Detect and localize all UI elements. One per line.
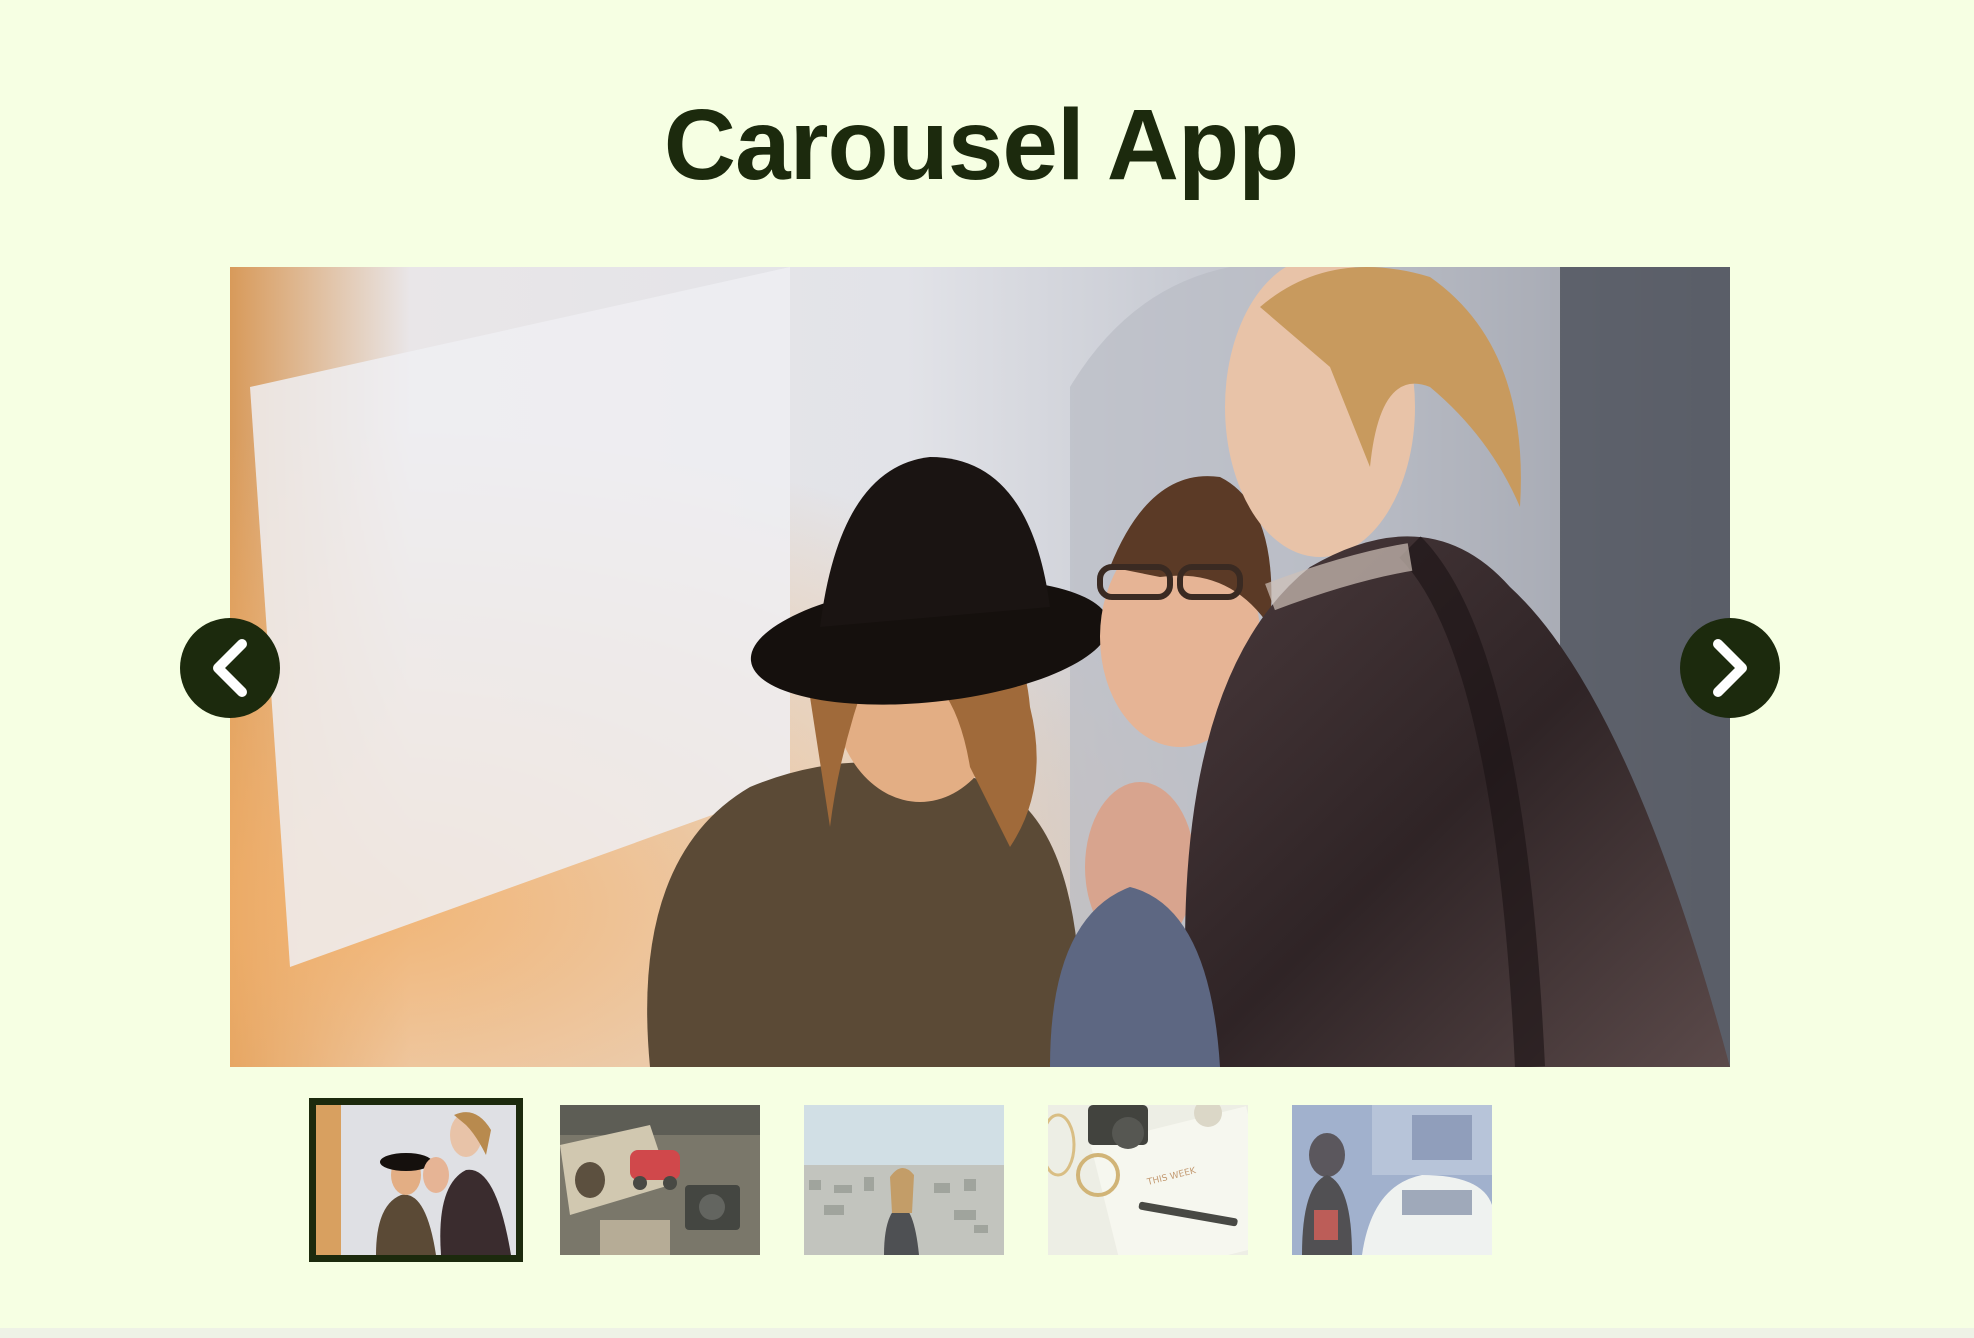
page-title: Carousel App (663, 89, 1299, 201)
thumbnail-5[interactable] (1292, 1105, 1492, 1255)
carousel (180, 267, 1780, 1067)
thumbnail-3[interactable] (804, 1105, 1004, 1255)
chevron-left-icon (213, 639, 247, 697)
chevron-right-icon (1713, 639, 1747, 697)
next-slide-button[interactable] (1680, 618, 1780, 718)
thumbnail-4[interactable]: THIS WEEK (1048, 1105, 1248, 1255)
thumbnail-2[interactable] (560, 1105, 760, 1255)
carousel-slide-image (230, 267, 1730, 1067)
previous-slide-button[interactable] (180, 618, 280, 718)
thumbnail-1[interactable] (309, 1098, 523, 1262)
bottom-edge (0, 1328, 1974, 1338)
